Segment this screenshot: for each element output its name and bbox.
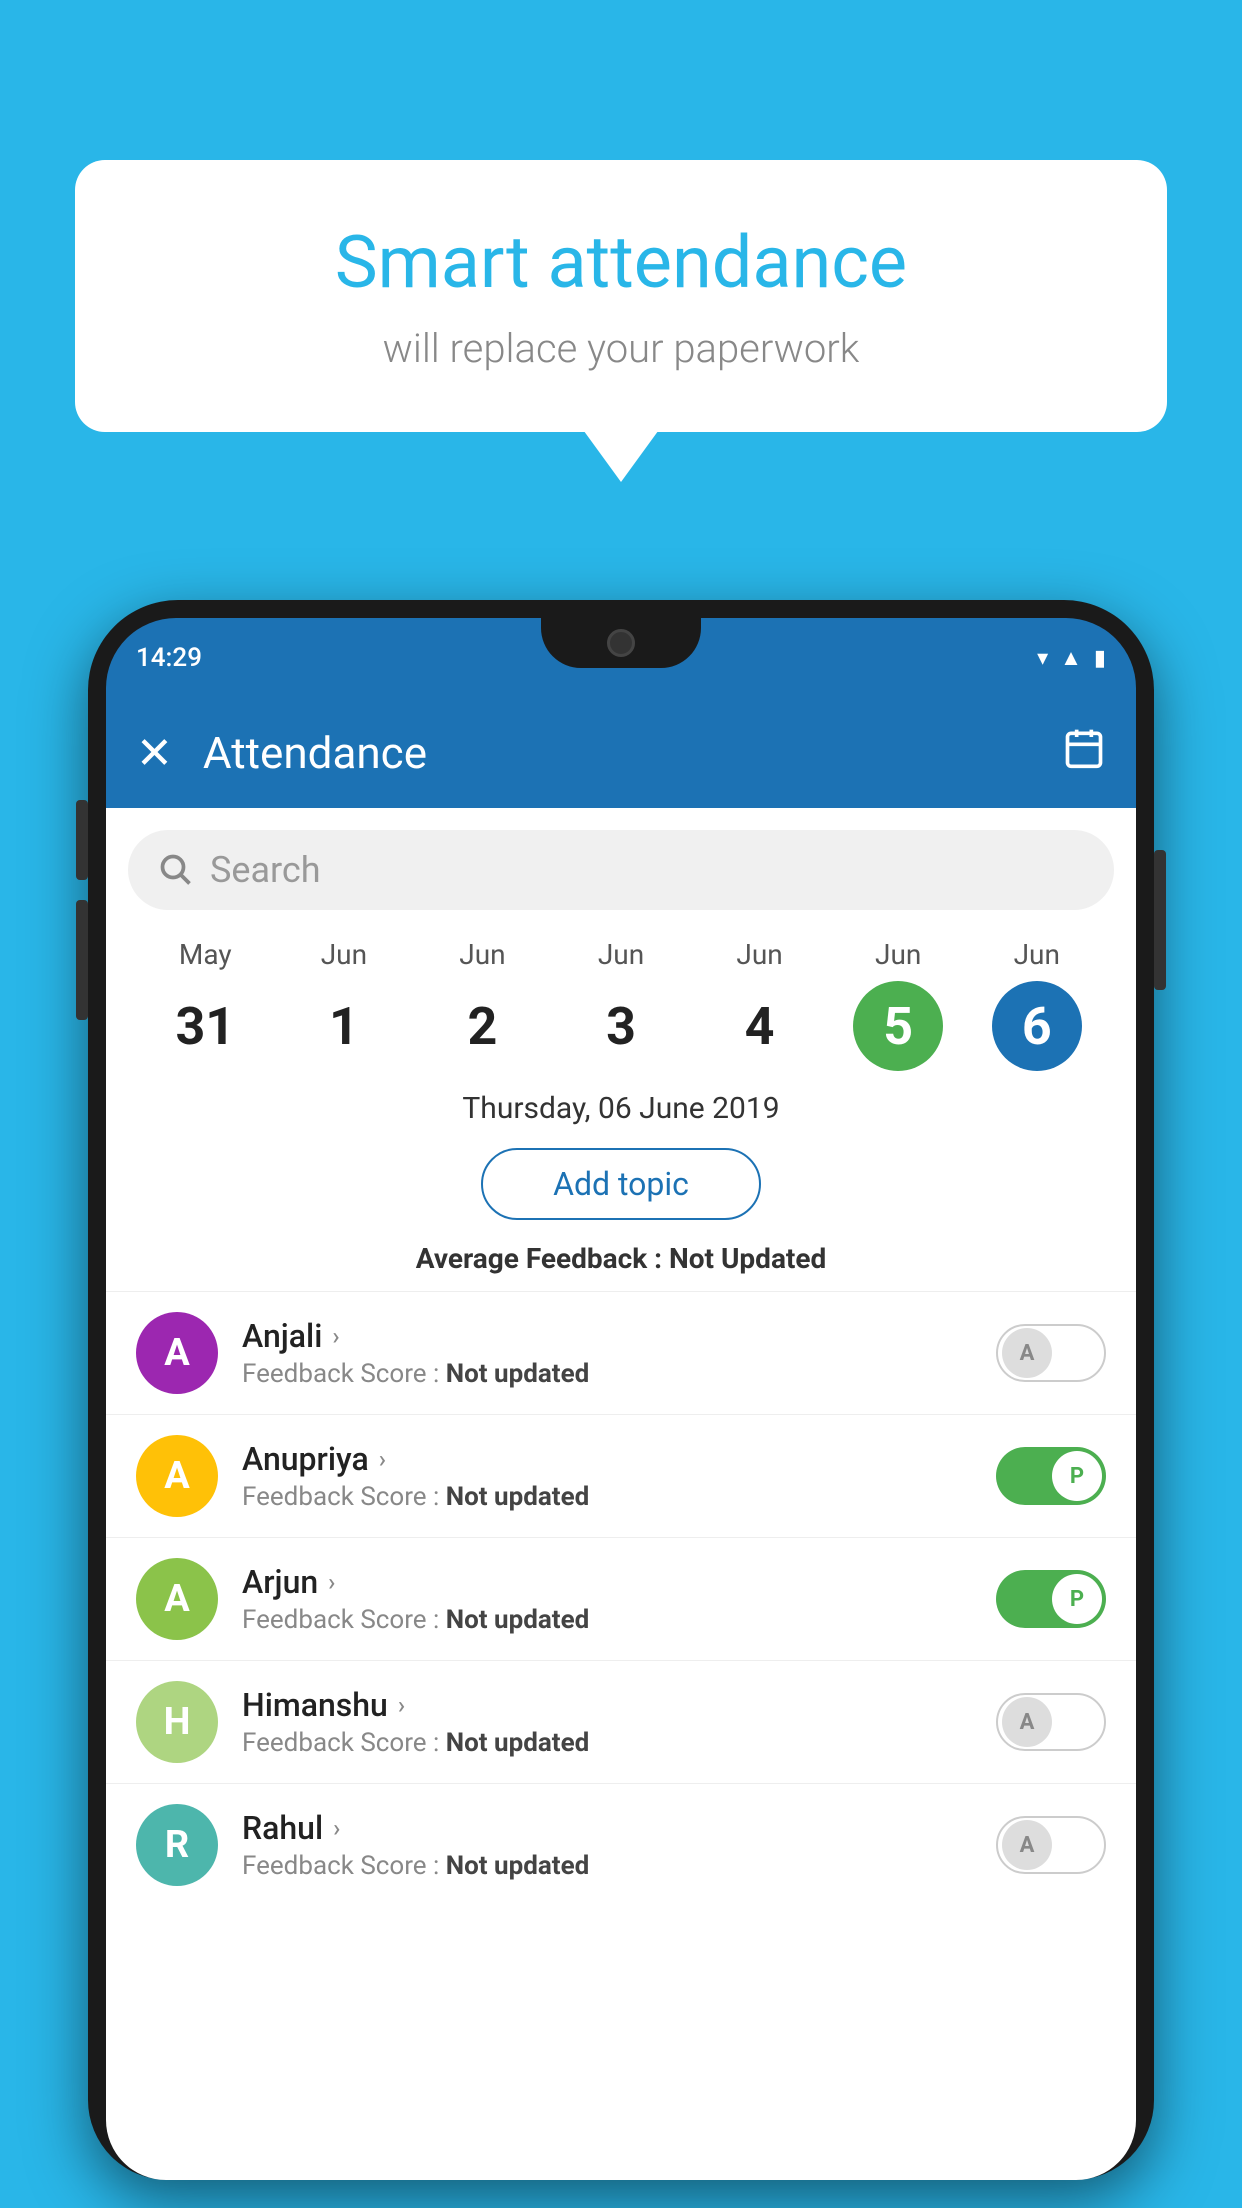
students-list: AAnjali ›Feedback Score : Not updatedAAA… [106, 1291, 1136, 1906]
student-feedback: Feedback Score : Not updated [242, 1605, 972, 1635]
front-camera [607, 629, 635, 657]
attendance-toggle-present[interactable]: P [996, 1570, 1106, 1628]
cal-date-number: 1 [299, 981, 389, 1071]
chevron-icon: › [379, 1445, 386, 1473]
chevron-icon: › [328, 1568, 335, 1596]
status-time: 14:29 [136, 643, 202, 673]
cal-month-label: Jun [459, 938, 505, 971]
cal-day-2[interactable]: Jun 2 [413, 938, 552, 1071]
cal-month-label: Jun [875, 938, 921, 971]
student-row: A Arjun › Feedback Score : Not updated P [106, 1537, 1136, 1660]
signal-icon: ▲ [1060, 645, 1082, 671]
cal-month-label: Jun [1014, 938, 1060, 971]
search-icon [158, 852, 194, 888]
student-avatar: A [136, 1435, 218, 1517]
volume-down-button [76, 900, 88, 1020]
cal-month-label: Jun [321, 938, 367, 971]
cal-day-5[interactable]: Jun 5 [829, 938, 968, 1071]
cal-day-3[interactable]: Jun 3 [552, 938, 691, 1071]
cal-month-label: May [179, 938, 232, 971]
cal-date-number: 4 [715, 981, 805, 1071]
status-icons: ▾ ▲ ▮ [1037, 645, 1106, 671]
add-topic-button[interactable]: Add topic [481, 1148, 761, 1220]
student-avatar: R [136, 1804, 218, 1886]
calendar-icon[interactable] [1062, 726, 1106, 780]
phone-container: 14:29 ▾ ▲ ▮ ✕ Attendance [88, 600, 1154, 2208]
bubble-subtitle: will replace your paperwork [155, 325, 1087, 372]
chevron-icon: › [333, 1814, 340, 1842]
cal-month-label: Jun [598, 938, 644, 971]
cal-day-6[interactable]: Jun 6 [967, 938, 1106, 1071]
student-row: R Rahul › Feedback Score : Not updated A [106, 1783, 1136, 1906]
phone-outer: 14:29 ▾ ▲ ▮ ✕ Attendance [88, 600, 1154, 2180]
battery-icon: ▮ [1094, 646, 1106, 671]
cal-day-1[interactable]: Jun 1 [275, 938, 414, 1071]
feedback-value: Not updated [446, 1605, 590, 1635]
student-name[interactable]: Anupriya › [242, 1440, 972, 1478]
toggle-knob: A [1002, 1820, 1052, 1870]
student-name[interactable]: Rahul › [242, 1809, 972, 1847]
close-button[interactable]: ✕ [136, 727, 173, 779]
status-bar: 14:29 ▾ ▲ ▮ [106, 618, 1136, 698]
student-info: Arjun › Feedback Score : Not updated [242, 1563, 972, 1635]
attendance-toggle-present[interactable]: P [996, 1447, 1106, 1505]
speech-bubble: Smart attendance will replace your paper… [75, 160, 1167, 432]
avg-feedback-label: Average Feedback : [416, 1242, 662, 1275]
student-avatar: A [136, 1312, 218, 1394]
feedback-value: Not updated [446, 1359, 590, 1389]
app-bar-title: Attendance [203, 727, 1032, 779]
toggle-knob: P [1052, 1574, 1102, 1624]
cal-date-number: 3 [576, 981, 666, 1071]
avg-feedback: Average Feedback : Not Updated [106, 1242, 1136, 1275]
cal-day-4[interactable]: Jun 4 [690, 938, 829, 1071]
chevron-icon: › [398, 1691, 405, 1719]
attendance-toggle-absent[interactable]: A [996, 1816, 1106, 1874]
search-bar[interactable]: Search [128, 830, 1114, 910]
cal-date-number: 6 [992, 981, 1082, 1071]
cal-date-number: 5 [853, 981, 943, 1071]
student-feedback: Feedback Score : Not updated [242, 1728, 972, 1758]
wifi-icon: ▾ [1037, 646, 1048, 671]
volume-up-button [76, 800, 88, 880]
student-name[interactable]: Anjali › [242, 1317, 972, 1355]
student-info: Anupriya › Feedback Score : Not updated [242, 1440, 972, 1512]
avg-feedback-value: Not Updated [669, 1242, 826, 1275]
student-avatar: H [136, 1681, 218, 1763]
selected-date-label: Thursday, 06 June 2019 [106, 1091, 1136, 1126]
power-button [1154, 850, 1166, 990]
speech-bubble-container: Smart attendance will replace your paper… [75, 160, 1167, 432]
student-row: A Anjali › Feedback Score : Not updated A [106, 1291, 1136, 1414]
feedback-value: Not updated [446, 1728, 590, 1758]
cal-date-number: 2 [437, 981, 527, 1071]
phone-notch [541, 618, 701, 668]
bubble-title: Smart attendance [155, 220, 1087, 305]
screen-content: Search May 31 Jun 1 Jun 2 Jun 3 Jun 4 Jun 5 Jun 6 Thu… [106, 808, 1136, 2180]
toggle-knob: A [1002, 1328, 1052, 1378]
feedback-value: Not updated [446, 1851, 590, 1881]
attendance-toggle-absent[interactable]: A [996, 1693, 1106, 1751]
student-feedback: Feedback Score : Not updated [242, 1482, 972, 1512]
toggle-knob: A [1002, 1697, 1052, 1747]
cal-date-number: 31 [160, 981, 250, 1071]
student-feedback: Feedback Score : Not updated [242, 1851, 972, 1881]
student-name[interactable]: Arjun › [242, 1563, 972, 1601]
student-avatar: A [136, 1558, 218, 1640]
student-row: A Anupriya › Feedback Score : Not updated P [106, 1414, 1136, 1537]
calendar-row: May 31 Jun 1 Jun 2 Jun 3 Jun 4 Jun 5 Jun 6 [106, 910, 1136, 1071]
feedback-value: Not updated [446, 1482, 590, 1512]
chevron-icon: › [332, 1322, 339, 1350]
student-feedback: Feedback Score : Not updated [242, 1359, 972, 1389]
search-input[interactable]: Search [210, 849, 321, 891]
app-bar: ✕ Attendance [106, 698, 1136, 808]
student-info: Himanshu › Feedback Score : Not updated [242, 1686, 972, 1758]
cal-month-label: Jun [736, 938, 782, 971]
student-info: Anjali › Feedback Score : Not updated [242, 1317, 972, 1389]
student-info: Rahul › Feedback Score : Not updated [242, 1809, 972, 1881]
cal-day-0[interactable]: May 31 [136, 938, 275, 1071]
student-row: H Himanshu › Feedback Score : Not updated A [106, 1660, 1136, 1783]
student-name[interactable]: Himanshu › [242, 1686, 972, 1724]
attendance-toggle-absent[interactable]: A [996, 1324, 1106, 1382]
toggle-knob: P [1052, 1451, 1102, 1501]
